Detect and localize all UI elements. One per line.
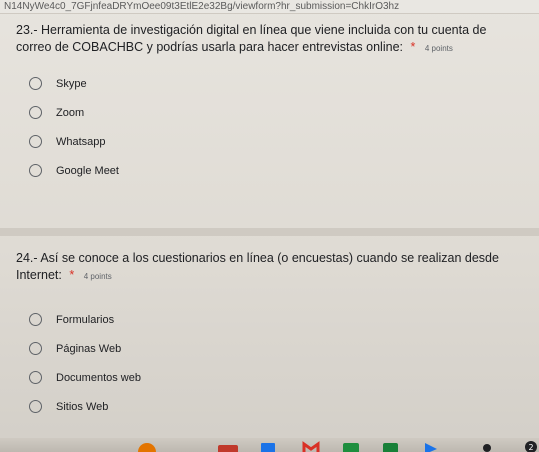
question-24: 24.- Así se conoce a los cuestionarios e… [16, 250, 516, 421]
browser-url-bar[interactable]: N14NyWe4c0_7GFjnfeaDRYmOee09t3EtlE2e32Bg… [0, 0, 539, 14]
taskbar: 2 [0, 438, 539, 452]
option-label: Páginas Web [56, 342, 122, 355]
folder-icon[interactable] [343, 443, 359, 452]
question-24-options: Formularios Páginas Web Documentos web S… [16, 305, 516, 421]
option-skype[interactable]: Skype [16, 69, 516, 98]
required-mark: * [69, 268, 75, 282]
option-label: Google Meet [56, 164, 119, 177]
url-text: N14NyWe4c0_7GFjnfeaDRYmOee09t3EtlE2e32Bg… [4, 1, 400, 12]
option-label: Whatsapp [56, 135, 106, 148]
option-sitios-web[interactable]: Sitios Web [16, 392, 516, 421]
question-23: 23.- Herramienta de investigación digita… [16, 22, 516, 185]
question-24-title: 24.- Así se conoce a los cuestionarios e… [16, 250, 516, 285]
vpn-icon[interactable] [218, 445, 238, 452]
radio-button[interactable] [29, 371, 42, 384]
calendar-icon[interactable] [261, 443, 275, 452]
meet-icon[interactable] [383, 443, 398, 452]
option-whatsapp[interactable]: Whatsapp [16, 127, 516, 156]
notification-badge[interactable]: 2 [525, 441, 537, 452]
option-zoom[interactable]: Zoom [16, 98, 516, 127]
radio-button[interactable] [29, 342, 42, 355]
radio-button[interactable] [29, 164, 42, 177]
radio-button[interactable] [29, 106, 42, 119]
required-mark: * [410, 40, 416, 54]
radio-button[interactable] [29, 313, 42, 326]
radio-button[interactable] [29, 77, 42, 90]
taskbar-icons: 2 [138, 441, 537, 452]
option-google-meet[interactable]: Google Meet [16, 156, 516, 185]
form-screen: N14NyWe4c0_7GFjnfeaDRYmOee09t3EtlE2e32Bg… [0, 0, 539, 452]
question-23-text: 23.- Herramienta de investigación digita… [16, 23, 487, 54]
radio-button[interactable] [29, 135, 42, 148]
status-icon [483, 444, 491, 452]
section-divider [0, 228, 539, 236]
gmail-icon[interactable] [302, 441, 320, 452]
badge-count: 2 [528, 443, 533, 452]
question-23-options: Skype Zoom Whatsapp Google Meet [16, 69, 516, 185]
radio-button[interactable] [29, 400, 42, 413]
option-paginas-web[interactable]: Páginas Web [16, 334, 516, 363]
option-label: Documentos web [56, 371, 141, 384]
option-label: Sitios Web [56, 400, 109, 413]
chrome-icon[interactable] [138, 443, 156, 452]
option-documentos-web[interactable]: Documentos web [16, 363, 516, 392]
play-icon[interactable] [425, 443, 437, 452]
question-23-points: 4 points [424, 44, 453, 53]
question-23-title: 23.- Herramienta de investigación digita… [16, 22, 516, 57]
question-24-points: 4 points [83, 272, 112, 281]
option-formularios[interactable]: Formularios [16, 305, 516, 334]
option-label: Zoom [56, 106, 85, 119]
option-label: Formularios [56, 313, 115, 326]
option-label: Skype [56, 77, 87, 90]
